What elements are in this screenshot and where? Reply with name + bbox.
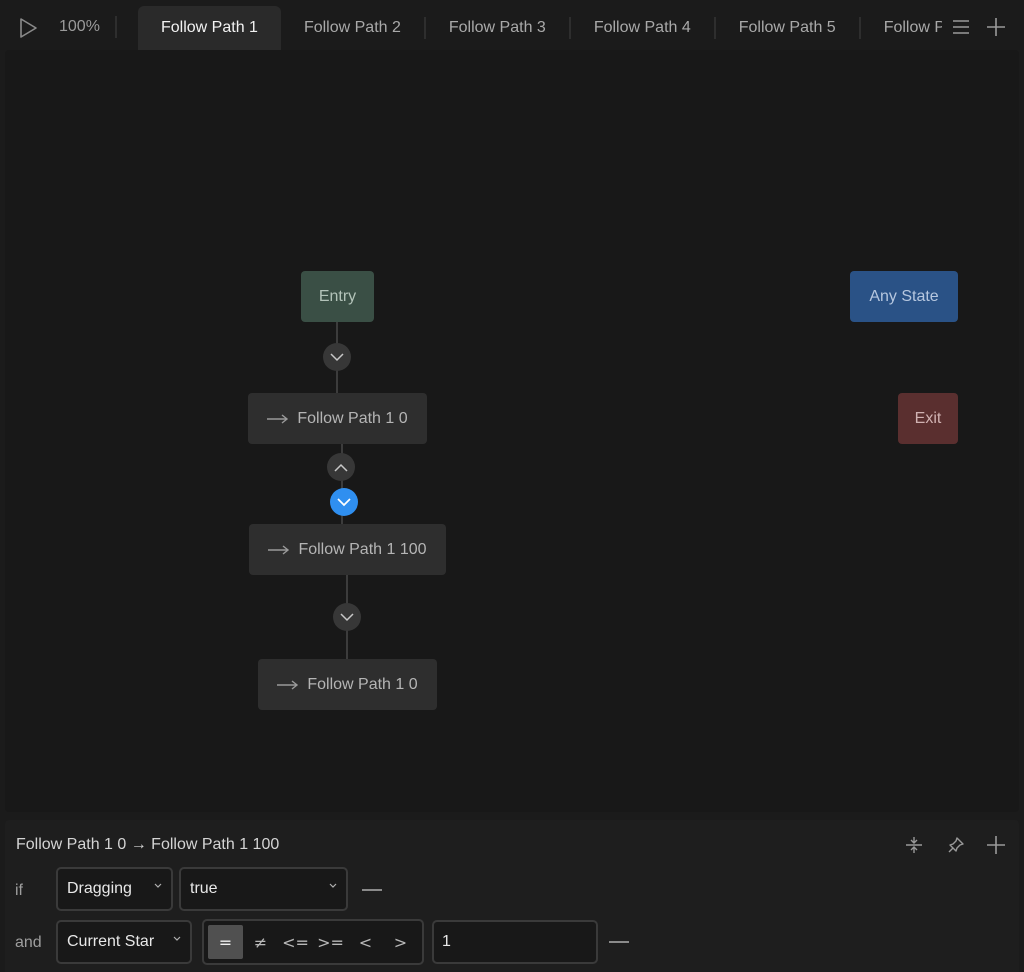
chevron-down-icon <box>329 883 337 888</box>
top-bar: 100% Follow Path 1 Follow Path 2 Follow … <box>0 0 1024 50</box>
state-label: Follow Path 1 0 <box>307 675 418 693</box>
chevron-down-icon <box>173 936 181 941</box>
any-state-label: Any State <box>869 287 939 305</box>
any-state-node[interactable]: Any State <box>850 271 958 322</box>
tab-follow-path-1[interactable]: Follow Path 1 <box>138 6 281 50</box>
chevron-down-icon <box>330 352 344 361</box>
tab-follow-path-5[interactable]: Follow Path 5 <box>716 6 859 50</box>
pin-icon[interactable] <box>945 834 967 856</box>
tab-follow-path-2[interactable]: Follow Path 2 <box>281 6 424 50</box>
state-node-follow-path-1-0-second[interactable]: Follow Path 1 0 <box>258 659 437 710</box>
transition-entry-to-state[interactable] <box>323 343 351 371</box>
transition-title: Follow Path 1 0 → Follow Path 1 100 <box>16 836 280 853</box>
toolbar-divider <box>115 16 117 38</box>
condition-input-dropdown[interactable]: Dragging <box>56 867 173 911</box>
add-tab-plus-icon[interactable] <box>985 16 1007 38</box>
exit-label: Exit <box>914 409 942 427</box>
comparison-operator-group: = ≠ <= >= < > <box>202 919 424 965</box>
state-node-follow-path-1-0[interactable]: Follow Path 1 0 <box>248 393 427 444</box>
dropdown-value: Dragging <box>67 880 132 897</box>
tab-list-menu-icon[interactable] <box>950 16 972 38</box>
condition-prefix-and: and <box>15 934 42 951</box>
operator-greater[interactable]: > <box>383 925 418 959</box>
state-label: Follow Path 1 0 <box>297 409 408 427</box>
remove-condition-icon[interactable] <box>362 889 382 891</box>
animation-arrow-icon <box>268 544 290 555</box>
chevron-down-icon <box>337 497 351 506</box>
operator-not-equal[interactable]: ≠ <box>243 925 278 959</box>
operator-greater-equal[interactable]: >= <box>313 925 348 959</box>
transition-inspector-panel: Follow Path 1 0 → Follow Path 1 100 if D… <box>5 820 1019 972</box>
add-condition-plus-icon[interactable] <box>985 834 1007 856</box>
animation-arrow-icon <box>277 679 299 690</box>
remove-condition-icon[interactable] <box>609 941 629 943</box>
condition-prefix-if: if <box>15 882 23 899</box>
state-machine-canvas[interactable]: Entry Any State Exit Follow Path 1 0 Fol… <box>5 50 1019 812</box>
tab-follow-path-3[interactable]: Follow Path 3 <box>426 6 569 50</box>
chevron-down-icon <box>154 883 162 888</box>
condition-value-input[interactable] <box>432 920 598 964</box>
tab-follow-path-6[interactable]: Follow Path 6 <box>861 6 942 50</box>
transition-back-up[interactable] <box>327 453 355 481</box>
operator-equal[interactable]: = <box>208 925 243 959</box>
resize-vertical-icon[interactable] <box>903 834 925 856</box>
chevron-up-icon <box>334 463 348 472</box>
condition-value-dropdown[interactable]: true <box>179 867 348 911</box>
zoom-level[interactable]: 100% <box>59 18 100 36</box>
tab-follow-path-4[interactable]: Follow Path 4 <box>571 6 714 50</box>
entry-label: Entry <box>318 287 357 305</box>
exit-node[interactable]: Exit <box>898 393 958 444</box>
operator-less[interactable]: < <box>348 925 383 959</box>
dropdown-value: Current Star <box>67 933 155 950</box>
state-node-follow-path-1-100[interactable]: Follow Path 1 100 <box>249 524 446 575</box>
animation-arrow-icon <box>267 413 289 424</box>
play-icon[interactable] <box>14 14 42 42</box>
chevron-down-icon <box>340 612 354 621</box>
transition-down-to-state[interactable] <box>333 603 361 631</box>
condition-input-dropdown[interactable]: Current Star <box>56 920 192 964</box>
tab-bar: Follow Path 1 Follow Path 2 Follow Path … <box>138 6 942 50</box>
entry-node[interactable]: Entry <box>301 271 374 322</box>
dropdown-value: true <box>190 880 218 897</box>
state-label: Follow Path 1 100 <box>298 540 427 558</box>
operator-less-equal[interactable]: <= <box>278 925 313 959</box>
transition-selected-down[interactable] <box>330 488 358 516</box>
